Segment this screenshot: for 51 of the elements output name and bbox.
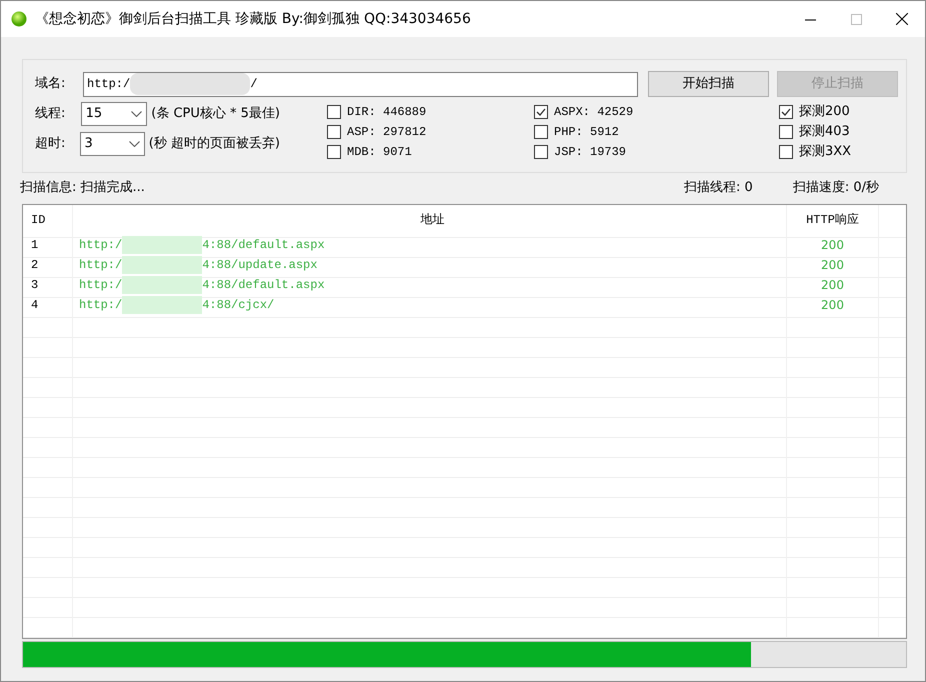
- dictionary-checkbox[interactable]: [534, 125, 548, 139]
- status-code-cell-text: 200: [821, 277, 844, 294]
- threads-dropdown[interactable]: 15: [80, 102, 148, 126]
- dictionary-label: JSP: 19739: [554, 144, 626, 161]
- domain-label: 域名:: [35, 75, 66, 94]
- close-icon: [896, 13, 908, 25]
- dictionary-label: ASPX: 42529: [554, 104, 634, 121]
- domain-field[interactable]: http:/ /: [83, 72, 638, 96]
- probe-checkbox[interactable]: [779, 145, 793, 159]
- column-header[interactable]: ID: [31, 211, 46, 229]
- scan-threads-text: 扫描线程: 0: [684, 179, 753, 198]
- dictionary-checkbox[interactable]: [534, 105, 548, 119]
- timeout-hint: (秒 超时的页面被丢弃): [148, 135, 280, 154]
- app-icon: [11, 11, 27, 27]
- dictionary-label: ASP: 297812: [347, 124, 426, 141]
- chevron-icon: [131, 111, 142, 117]
- id-cell-text: 1: [31, 237, 38, 254]
- url-cell: http:/ 4:88/cjcx/: [79, 296, 274, 314]
- dictionary-checkbox[interactable]: [327, 145, 341, 159]
- url-cell: http:/ 4:88/default.aspx: [79, 236, 325, 254]
- dictionary-label: PHP: 5912: [554, 124, 619, 141]
- id-cell-text: 3: [31, 277, 38, 294]
- dictionary-label: DIR: 446889: [347, 104, 426, 121]
- probe-label: 探测3XX: [799, 143, 852, 162]
- scan-speed-text: 扫描速度: 0/秒: [792, 179, 879, 198]
- probe-label: 探测200: [799, 103, 850, 122]
- threads-label: 线程:: [35, 105, 66, 124]
- status-code-cell-text: 200: [821, 297, 844, 314]
- column-header[interactable]: 地址: [420, 211, 444, 229]
- threads-hint: (条 CPU核心 * 5最佳): [151, 105, 280, 124]
- scan-info-text: 扫描信息: 扫描完成...: [20, 179, 145, 198]
- probe-label: 探测403: [799, 123, 850, 142]
- dictionary-label: MDB: 9071: [347, 144, 412, 161]
- status-code-cell-text: 200: [821, 257, 844, 274]
- column-header[interactable]: HTTP响应: [806, 211, 859, 229]
- probe-checkbox[interactable]: [779, 105, 793, 119]
- timeout-dropdown[interactable]: 3: [80, 132, 145, 156]
- url-cell: http:/ 4:88/update.aspx: [79, 256, 318, 274]
- chevron-icon: [128, 141, 140, 147]
- url-cell: http:/ 4:88/default.aspx: [79, 276, 325, 294]
- id-cell-text: 4: [31, 297, 38, 314]
- window-title: 《想念初恋》御剑后台扫描工具 珍藏版 By:御剑孤独 QQ:343034656: [35, 10, 471, 28]
- id-cell-text: 2: [31, 257, 38, 274]
- dictionary-checkbox[interactable]: [534, 145, 548, 159]
- status-code-cell-text: 200: [821, 237, 844, 254]
- maximize-icon: [850, 14, 862, 24]
- dictionary-checkbox[interactable]: [327, 105, 341, 119]
- dictionary-checkbox[interactable]: [327, 125, 341, 139]
- timeout-label: 超时:: [35, 135, 66, 154]
- probe-checkbox[interactable]: [779, 125, 793, 139]
- scan-button[interactable]: 开始扫描: [648, 71, 769, 97]
